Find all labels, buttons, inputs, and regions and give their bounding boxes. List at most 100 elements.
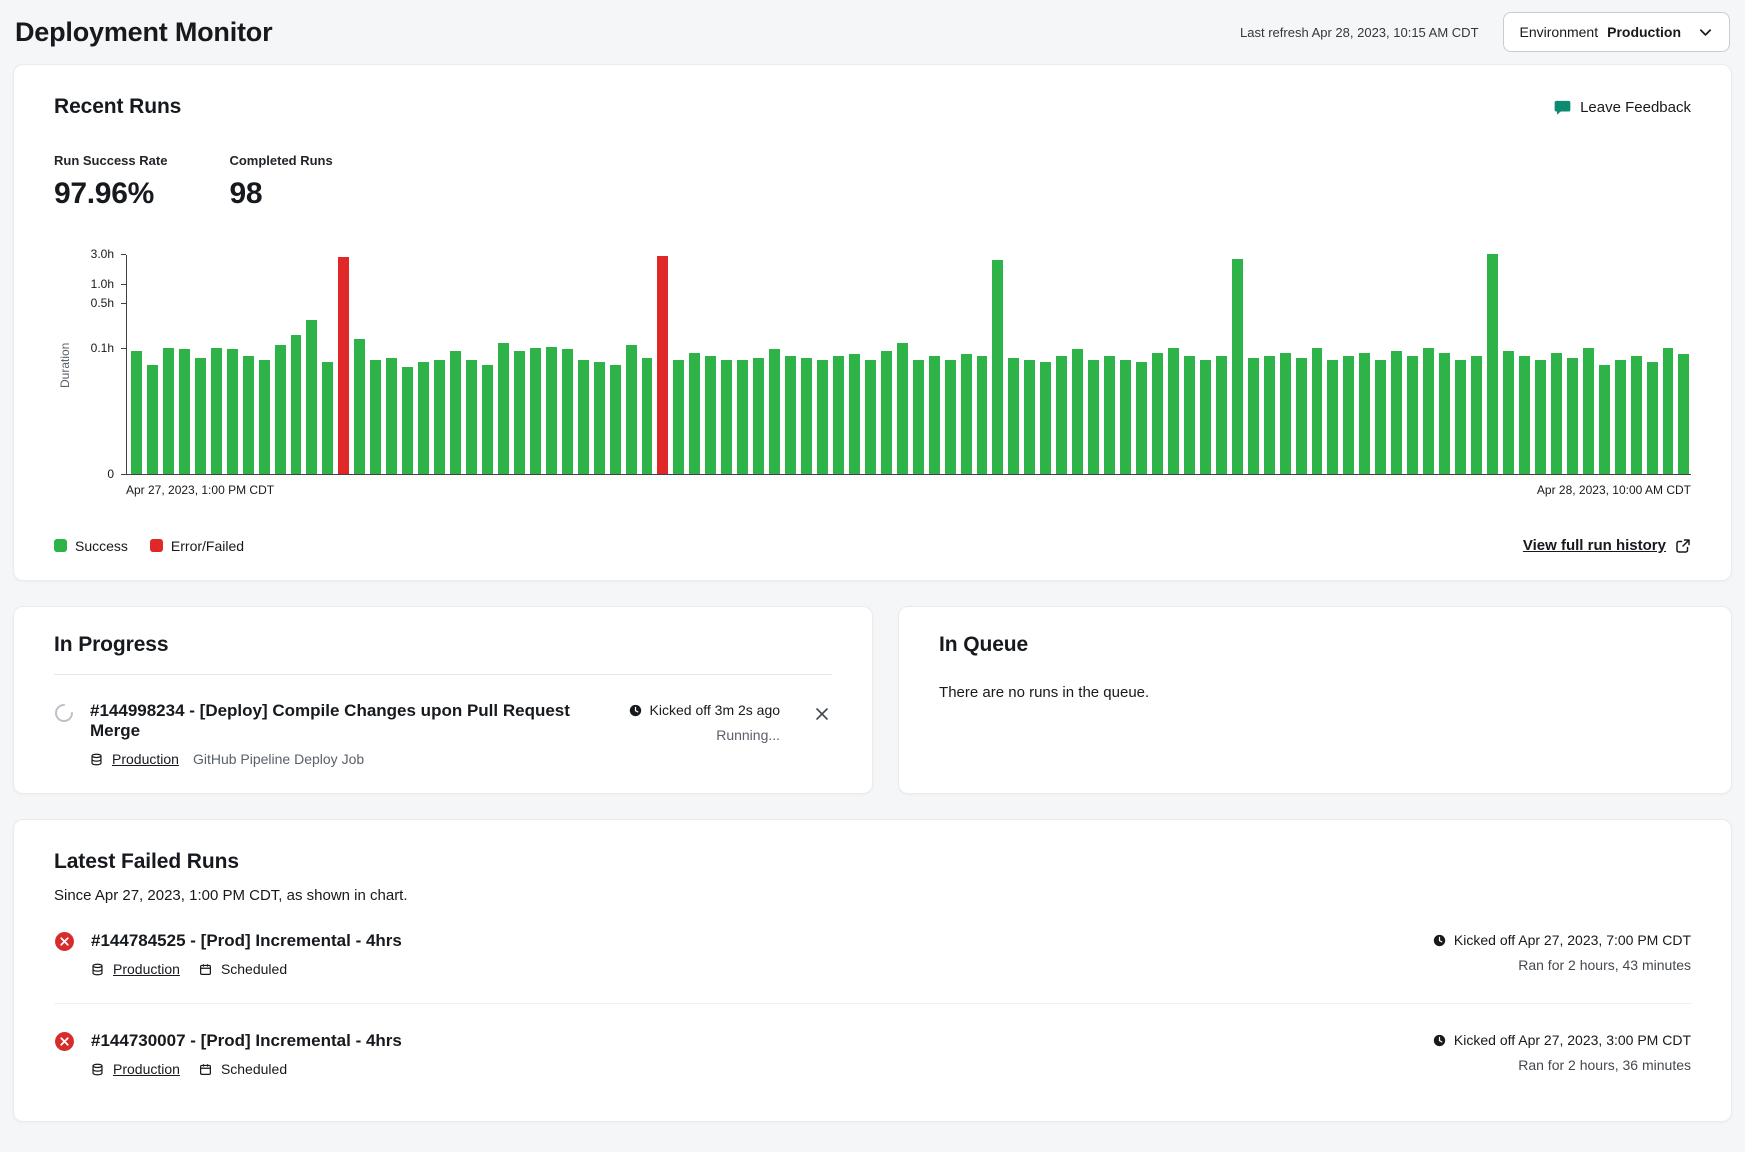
run-bar-success[interactable]	[1120, 360, 1131, 474]
run-bar-success[interactable]	[961, 354, 972, 474]
run-bar-success[interactable]	[737, 360, 748, 474]
run-bar-success[interactable]	[897, 343, 908, 474]
legend-item-success[interactable]: Success	[54, 538, 128, 554]
run-bar-success[interactable]	[1407, 356, 1418, 474]
run-bar-success[interactable]	[179, 349, 190, 474]
run-bar-success[interactable]	[1312, 348, 1323, 474]
run-bar-success[interactable]	[578, 360, 589, 474]
run-bar-success[interactable]	[1136, 362, 1147, 474]
run-bar-success[interactable]	[1391, 351, 1402, 474]
run-bar-success[interactable]	[833, 356, 844, 474]
run-bar-success[interactable]	[642, 358, 653, 474]
run-bar-success[interactable]	[1599, 365, 1610, 474]
view-full-run-history-link[interactable]: View full run history	[1523, 537, 1691, 554]
run-bar-success[interactable]	[1264, 356, 1275, 474]
run-bar-success[interactable]	[418, 362, 429, 474]
environment-link[interactable]: Production	[113, 1061, 180, 1077]
run-bar-success[interactable]	[1519, 356, 1530, 474]
run-bar-success[interactable]	[881, 351, 892, 474]
run-bar-success[interactable]	[977, 356, 988, 474]
run-bar-success[interactable]	[801, 358, 812, 474]
run-bar-success[interactable]	[610, 365, 621, 474]
run-bar-success[interactable]	[227, 349, 238, 474]
environment-link[interactable]: Production	[113, 961, 180, 977]
close-icon[interactable]	[812, 704, 832, 727]
run-bar-success[interactable]	[530, 348, 541, 474]
run-bar-success[interactable]	[1375, 360, 1386, 474]
run-bar-success[interactable]	[992, 260, 1003, 474]
run-bar-success[interactable]	[466, 360, 477, 474]
run-bar-success[interactable]	[1200, 360, 1211, 474]
environment-link[interactable]: Production	[112, 751, 179, 767]
run-bar-success[interactable]	[562, 349, 573, 474]
run-bar-success[interactable]	[849, 354, 860, 474]
run-bar-success[interactable]	[1168, 348, 1179, 474]
run-bar-success[interactable]	[275, 345, 286, 474]
run-bar-success[interactable]	[689, 353, 700, 475]
run-bar-success[interactable]	[1040, 362, 1051, 474]
run-bar-success[interactable]	[865, 360, 876, 474]
run-bar-failed[interactable]	[657, 256, 668, 474]
run-bar-success[interactable]	[1280, 353, 1291, 475]
run-bar-success[interactable]	[705, 356, 716, 474]
run-bar-success[interactable]	[1216, 356, 1227, 474]
run-bar-success[interactable]	[913, 360, 924, 474]
run-bar-success[interactable]	[753, 358, 764, 474]
run-bar-success[interactable]	[402, 367, 413, 474]
run-bar-success[interactable]	[1296, 358, 1307, 474]
run-bar-success[interactable]	[1056, 356, 1067, 474]
run-bar-success[interactable]	[721, 360, 732, 474]
run-bar-success[interactable]	[370, 360, 381, 474]
run-bar-success[interactable]	[1088, 360, 1099, 474]
run-bar-success[interactable]	[945, 360, 956, 474]
run-bar-success[interactable]	[482, 365, 493, 474]
run-bar-success[interactable]	[1551, 353, 1562, 475]
run-bar-success[interactable]	[1327, 360, 1338, 474]
run-bar-success[interactable]	[434, 360, 445, 474]
run-bar-success[interactable]	[594, 362, 605, 474]
run-bar-success[interactable]	[1583, 348, 1594, 474]
run-bar-success[interactable]	[1248, 358, 1259, 474]
run-bar-success[interactable]	[291, 335, 302, 474]
run-bar-success[interactable]	[769, 349, 780, 474]
run-bar-success[interactable]	[354, 339, 365, 474]
run-bar-failed[interactable]	[338, 257, 349, 474]
run-bar-success[interactable]	[147, 365, 158, 474]
run-bar-success[interactable]	[1439, 353, 1450, 475]
run-bar-success[interactable]	[546, 347, 557, 474]
run-bar-success[interactable]	[259, 360, 270, 474]
run-bar-success[interactable]	[514, 351, 525, 474]
environment-dropdown[interactable]: Environment Production	[1503, 12, 1730, 52]
run-bar-success[interactable]	[1423, 348, 1434, 474]
leave-feedback-link[interactable]: Leave Feedback	[1554, 99, 1691, 116]
run-bar-success[interactable]	[817, 360, 828, 474]
run-bar-success[interactable]	[1232, 259, 1243, 475]
run-bar-success[interactable]	[1359, 353, 1370, 475]
run-bar-success[interactable]	[450, 351, 461, 474]
run-bar-success[interactable]	[1471, 356, 1482, 474]
run-bar-success[interactable]	[1535, 360, 1546, 474]
run-bar-success[interactable]	[1184, 356, 1195, 474]
run-bar-success[interactable]	[1631, 356, 1642, 474]
run-bar-success[interactable]	[1487, 254, 1498, 474]
run-bar-success[interactable]	[498, 343, 509, 474]
run-bar-success[interactable]	[1072, 349, 1083, 474]
run-bar-success[interactable]	[306, 320, 317, 474]
failed-run-row[interactable]: #144730007 - [Prod] Incremental - 4hrs P…	[54, 1004, 1691, 1103]
failed-run-row[interactable]: #144784525 - [Prod] Incremental - 4hrs P…	[54, 904, 1691, 1003]
run-bar-success[interactable]	[929, 356, 940, 474]
in-progress-run-row[interactable]: #144998234 - [Deploy] Compile Changes up…	[54, 701, 832, 767]
run-bar-success[interactable]	[1024, 360, 1035, 474]
run-bar-success[interactable]	[1343, 356, 1354, 474]
run-bar-success[interactable]	[322, 362, 333, 474]
run-bar-success[interactable]	[785, 356, 796, 474]
run-bar-success[interactable]	[1455, 360, 1466, 474]
run-bar-success[interactable]	[673, 360, 684, 474]
run-bar-success[interactable]	[1567, 358, 1578, 474]
run-bar-success[interactable]	[163, 348, 174, 474]
run-bar-success[interactable]	[1152, 353, 1163, 475]
run-bar-success[interactable]	[1104, 356, 1115, 474]
run-bar-success[interactable]	[386, 358, 397, 474]
run-bar-success[interactable]	[1678, 354, 1689, 474]
run-bar-success[interactable]	[211, 348, 222, 474]
